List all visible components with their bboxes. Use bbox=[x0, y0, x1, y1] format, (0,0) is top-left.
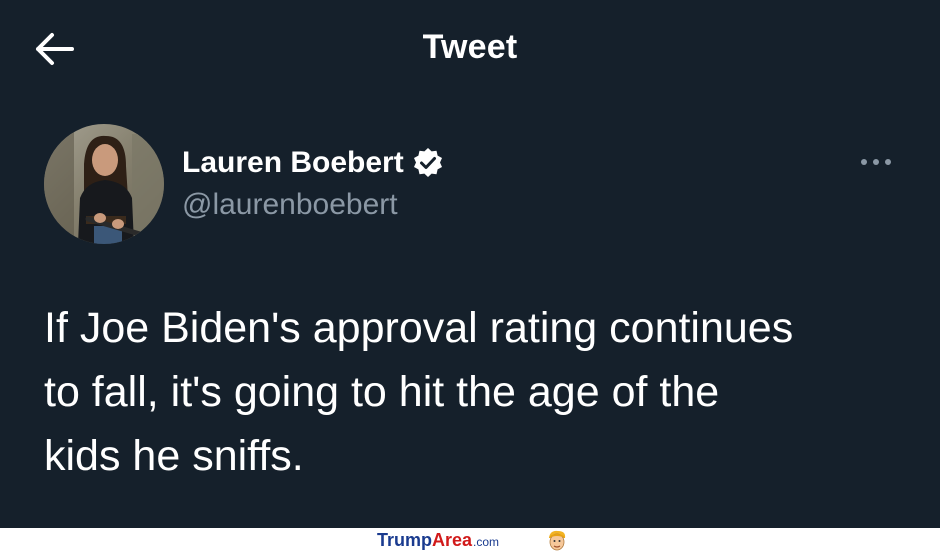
verified-badge-icon bbox=[413, 148, 442, 177]
watermark-logo: Trump Area .com bbox=[377, 530, 499, 550]
tweet-text: If Joe Biden's approval rating continues… bbox=[44, 304, 794, 480]
page-title: Tweet bbox=[422, 28, 518, 66]
watermark-bar: Trump Area .com bbox=[0, 528, 940, 552]
brand-part-1: Trump bbox=[377, 530, 433, 550]
more-options-button[interactable] bbox=[856, 150, 896, 174]
avatar[interactable] bbox=[44, 124, 164, 244]
more-options-icon bbox=[861, 159, 891, 165]
brand-part-2: Area bbox=[432, 530, 473, 550]
author-handle[interactable]: @laurenboebert bbox=[182, 188, 398, 222]
author-name-row[interactable]: Lauren Boebert bbox=[182, 143, 444, 183]
cartoon-face-icon bbox=[549, 530, 566, 551]
top-bar: Tweet bbox=[0, 0, 940, 100]
author-display-name[interactable]: Lauren Boebert bbox=[182, 146, 404, 180]
tweet-screen: Tweet Lauren Boebert @laurenboebert If J… bbox=[0, 0, 940, 528]
brand-suffix: .com bbox=[473, 535, 500, 549]
avatar-image bbox=[44, 124, 164, 244]
